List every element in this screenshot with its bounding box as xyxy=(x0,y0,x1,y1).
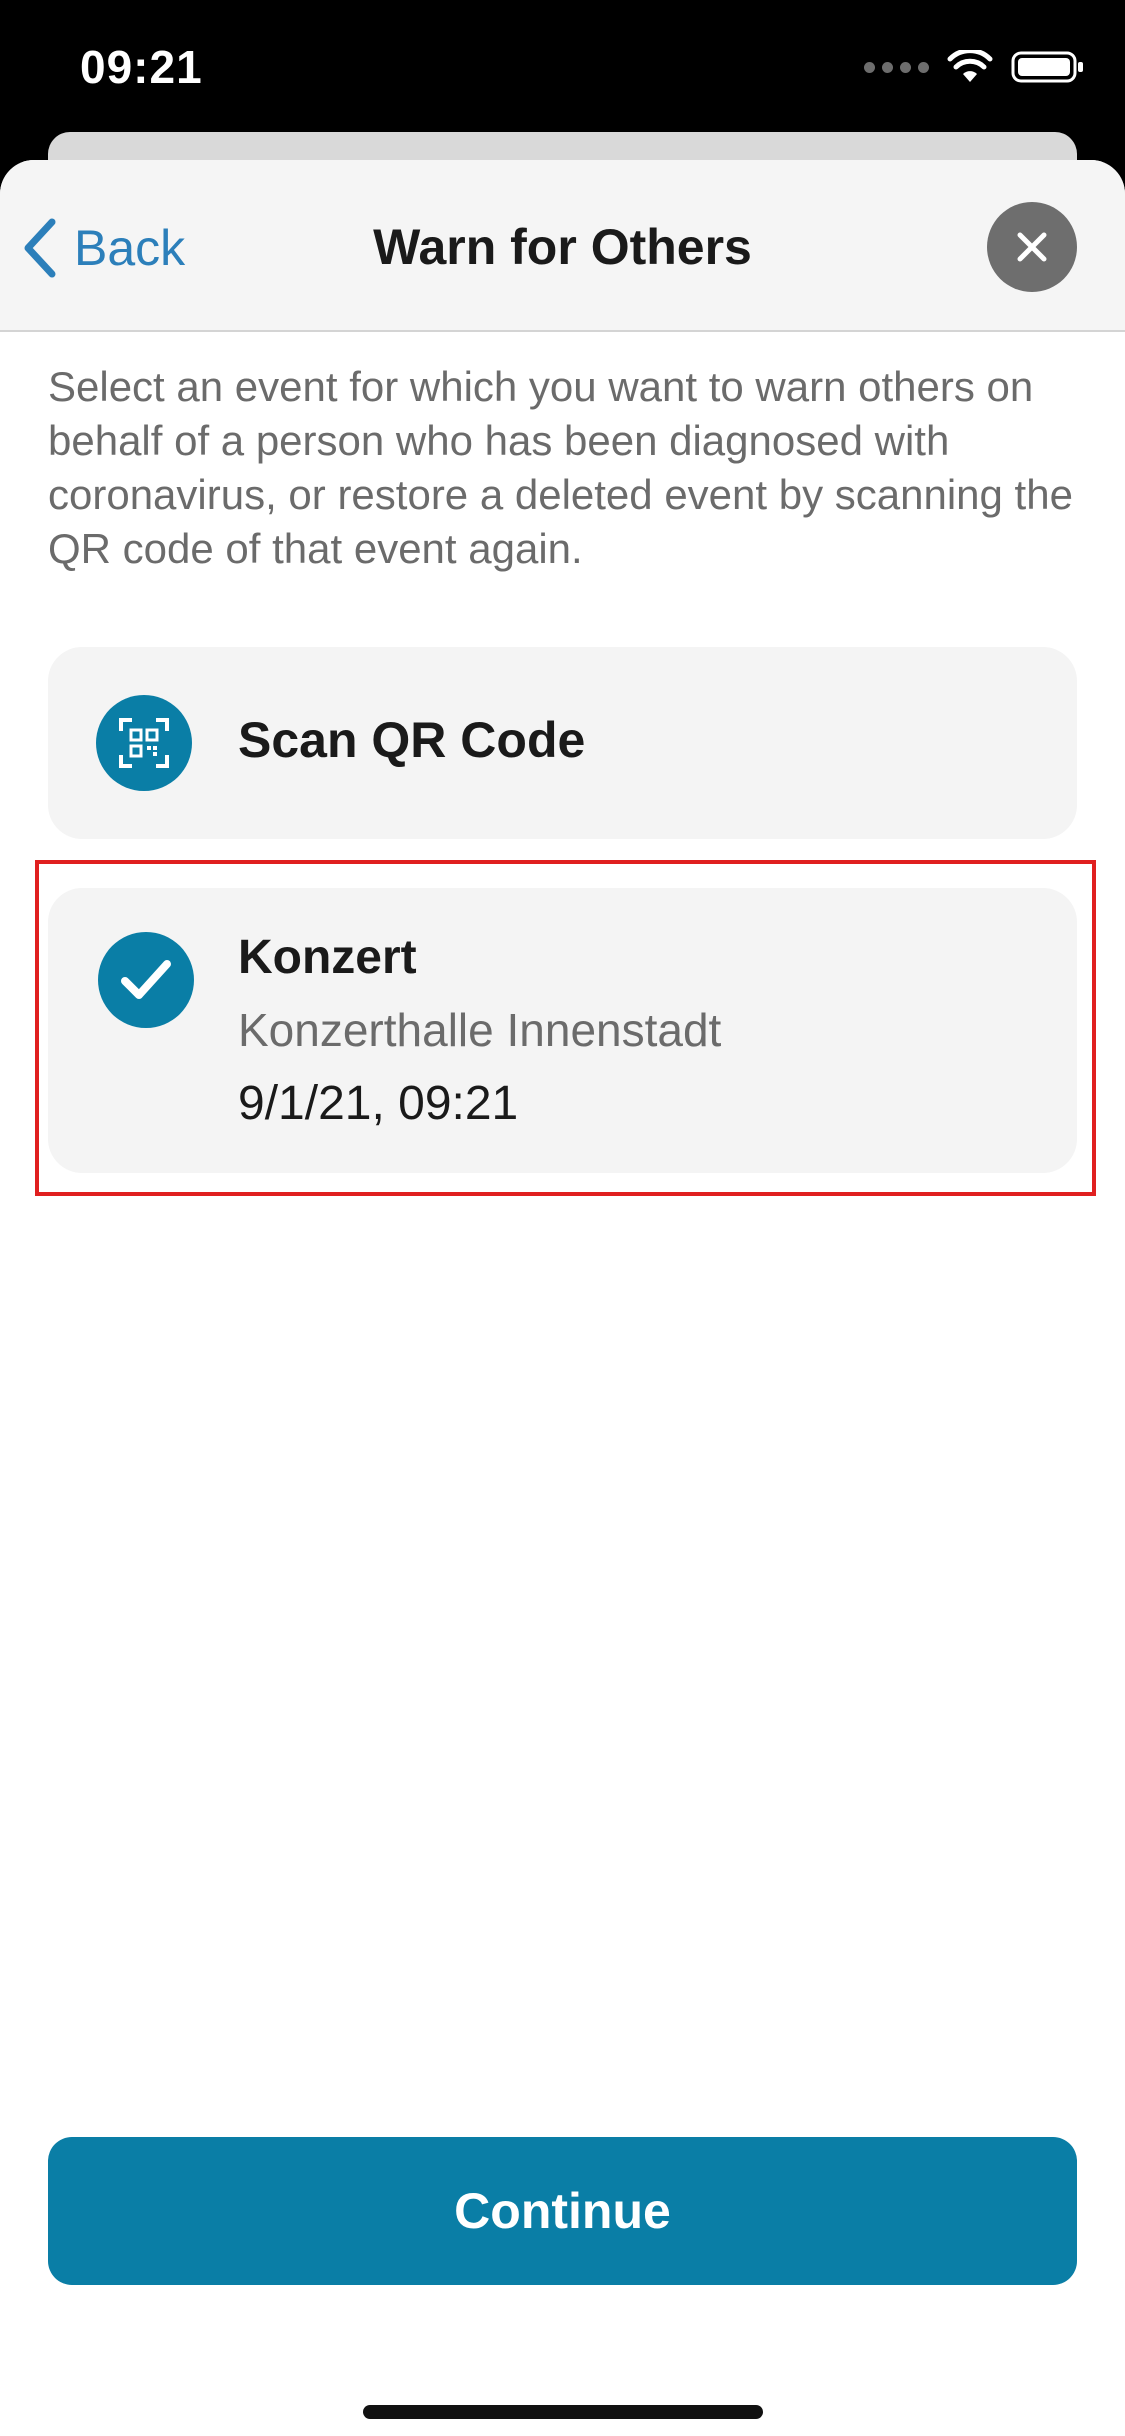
app-screen: 09:21 Back Warn for Others Select an eve… xyxy=(0,0,1125,2436)
event-location: Konzerthalle Innenstadt xyxy=(238,1004,722,1056)
continue-button[interactable]: Continue xyxy=(48,2137,1077,2285)
battery-icon xyxy=(1011,51,1083,83)
cellular-signal-icon xyxy=(864,61,929,73)
status-time: 09:21 xyxy=(80,41,203,93)
event-title: Konzert xyxy=(238,931,417,984)
event-list-item[interactable]: Konzert Konzerthalle Innenstadt 9/1/21, … xyxy=(48,888,1077,1173)
scan-qr-code-label: Scan QR Code xyxy=(238,712,586,768)
navigation-bar: Back Warn for Others xyxy=(0,160,1125,332)
scan-qr-code-option[interactable]: Scan QR Code xyxy=(48,647,1077,839)
home-indicator xyxy=(363,2405,763,2419)
status-icons xyxy=(864,50,1085,84)
event-datetime: 9/1/21, 09:21 xyxy=(238,1077,519,1130)
qr-code-scan-icon xyxy=(96,695,192,791)
close-icon xyxy=(1017,232,1047,262)
close-button[interactable] xyxy=(987,202,1077,292)
description-text: Select an event for which you want to wa… xyxy=(48,363,1073,572)
wifi-icon xyxy=(947,50,993,82)
checkmark-icon xyxy=(98,932,194,1028)
status-bar: 09:21 xyxy=(0,0,1125,140)
modal-sheet: Back Warn for Others Select an event for… xyxy=(0,160,1125,2436)
page-title: Warn for Others xyxy=(373,219,752,275)
